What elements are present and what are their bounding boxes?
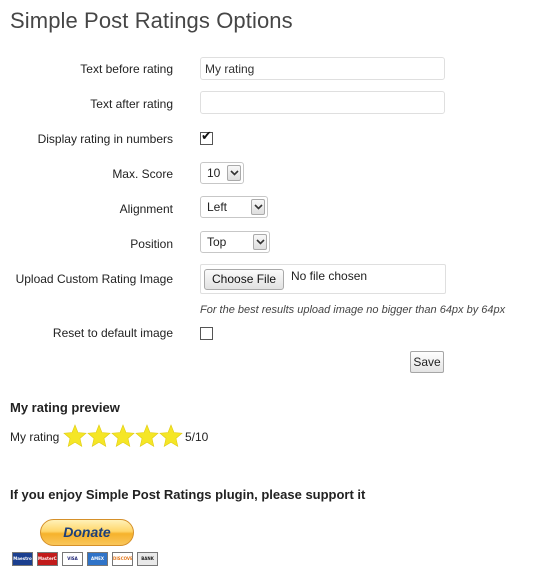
- max-score-select[interactable]: 10: [200, 162, 244, 184]
- preview-score: 5/10: [185, 430, 209, 444]
- file-upload-field: Choose File No file chosen: [200, 264, 446, 294]
- upload-hint: For the best results upload image no big…: [200, 304, 506, 316]
- page-title: Simple Post Ratings Options: [10, 8, 293, 33]
- payment-card-icon: Maestro: [12, 552, 33, 566]
- max-score-label: Max. Score: [112, 167, 173, 181]
- preview-label: My rating: [10, 430, 60, 444]
- star-icon: [111, 424, 135, 448]
- support-heading: If you enjoy Simple Post Ratings plugin,…: [10, 487, 366, 502]
- payment-card-icon: VISA: [62, 552, 83, 566]
- payment-card-icon: BANK: [137, 552, 158, 566]
- chevron-down-icon: [251, 199, 265, 215]
- display-numbers-label: Display rating in numbers: [37, 132, 173, 146]
- text-before-label: Text before rating: [80, 62, 173, 76]
- star-icon: [87, 424, 111, 448]
- star-icon: [135, 424, 159, 448]
- text-after-label: Text after rating: [90, 97, 173, 111]
- position-select[interactable]: Top: [200, 231, 270, 253]
- checkmark-icon: ✔: [201, 129, 212, 144]
- reset-checkbox[interactable]: [200, 327, 213, 340]
- upload-label: Upload Custom Rating Image: [15, 272, 173, 286]
- chevron-down-icon: [253, 234, 267, 250]
- alignment-label: Alignment: [119, 202, 173, 216]
- display-numbers-checkbox[interactable]: ✔: [200, 129, 213, 145]
- payment-card-icon: DISCOVER: [112, 552, 133, 566]
- choose-file-button[interactable]: Choose File: [204, 269, 285, 290]
- save-button[interactable]: Save: [410, 351, 444, 373]
- position-value: Top: [207, 235, 227, 249]
- donate-button[interactable]: Donate: [40, 519, 134, 546]
- file-status: No file chosen: [291, 269, 368, 283]
- payment-card-icon: AMEX: [87, 552, 108, 566]
- preview-heading: My rating preview: [10, 400, 120, 415]
- chevron-down-icon: [227, 165, 241, 181]
- star-icon: [63, 424, 87, 448]
- alignment-value: Left: [207, 200, 228, 214]
- star-icon: [159, 424, 183, 448]
- reset-label: Reset to default image: [52, 326, 173, 340]
- payment-card-icon: MasterCard: [37, 552, 58, 566]
- position-label: Position: [130, 237, 173, 251]
- alignment-select[interactable]: Left: [200, 196, 268, 218]
- max-score-value: 10: [207, 166, 221, 180]
- text-before-input[interactable]: [200, 57, 445, 80]
- text-after-input[interactable]: [200, 91, 445, 114]
